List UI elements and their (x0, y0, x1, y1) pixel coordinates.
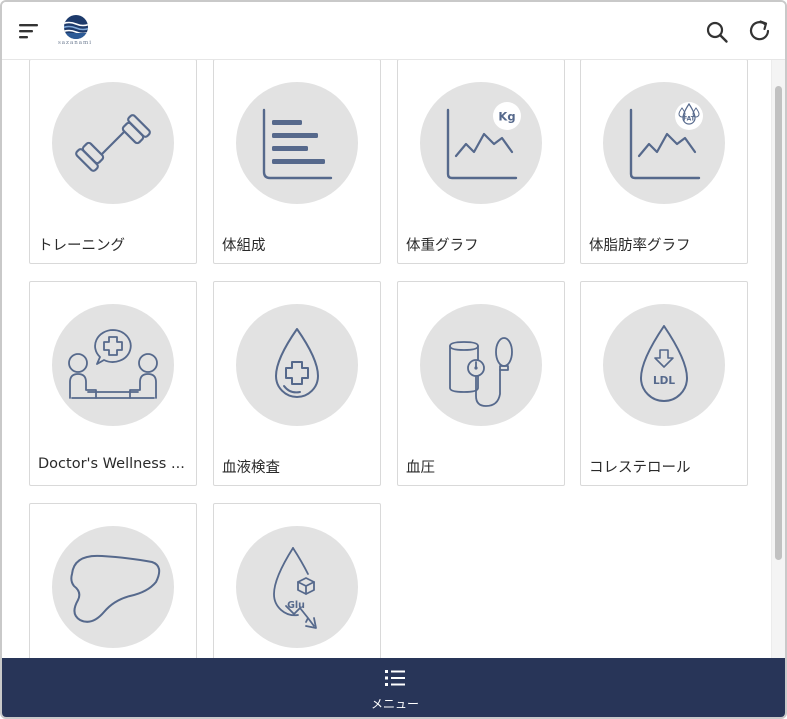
blood-test-icon (275, 328, 319, 398)
tile-training[interactable]: トレーニング (29, 60, 197, 264)
body-composition-chart-icon (262, 108, 333, 180)
tile-label: 血液検査 (222, 460, 280, 476)
scrollbar-thumb[interactable] (775, 86, 782, 560)
tile-icon-circle: Kg (420, 82, 542, 204)
tile-blood-test[interactable]: 血液検査 (213, 281, 381, 486)
list-icon (385, 670, 405, 686)
tile-icon-circle: Glu (236, 526, 358, 648)
tile-body-composition[interactable]: 体組成 (213, 60, 381, 264)
tile-icon-circle (236, 304, 358, 426)
tile-doctors-wellness[interactable]: Doctor's Wellness ... (29, 281, 197, 486)
tile-blood-pressure[interactable]: 血圧 (397, 281, 565, 486)
tile-label: 血圧 (406, 460, 435, 476)
tile-label: トレーニング (38, 238, 125, 254)
blood-pressure-icon (449, 337, 513, 407)
app-window: sazanami トレーニング 体組成 Kg 体重グラフ FAT 体脂肪率グラフ… (0, 0, 787, 719)
menu-label: メニュー (370, 697, 419, 711)
body-fat-graph-icon: FAT (629, 102, 703, 180)
glucose-icon: Glu (273, 547, 317, 629)
liver-icon (70, 554, 161, 623)
tile-label: Doctor's Wellness ... (38, 456, 185, 472)
weight-graph-icon: Kg (446, 102, 521, 180)
tile-icon-circle (236, 82, 358, 204)
tile-icon-circle (52, 526, 174, 648)
doctor-consultation-icon (68, 329, 158, 399)
tile-label: コレステロール (589, 460, 691, 476)
tile-label: 体脂肪率グラフ (589, 238, 691, 254)
tile-label: 体組成 (222, 238, 266, 254)
tile-icon-circle (420, 304, 542, 426)
tile-label: 体重グラフ (406, 238, 479, 254)
tile-icon-circle: FAT (603, 82, 725, 204)
tile-badge: LDL (653, 375, 675, 387)
top-header: sazanami (2, 2, 785, 60)
dumbbell-icon (75, 114, 151, 172)
bottom-menu-button[interactable]: メニュー (2, 658, 785, 717)
tile-cholesterol[interactable]: LDL コレステロール (580, 281, 748, 486)
tile-badge: Glu (287, 600, 305, 611)
tile-glucose[interactable]: Glu (213, 503, 381, 658)
tile-body-fat-graph[interactable]: FAT 体脂肪率グラフ (580, 60, 748, 264)
tile-icon-circle: LDL (603, 304, 725, 426)
tile-icon-circle (52, 82, 174, 204)
search-icon[interactable] (705, 20, 729, 44)
tile-badge: Kg (498, 110, 515, 124)
tile-badge: FAT (683, 116, 696, 123)
tile-icon-circle (52, 304, 174, 426)
tile-liver[interactable] (29, 503, 197, 658)
hamburger-icon[interactable] (18, 21, 40, 41)
refresh-icon[interactable] (747, 18, 773, 44)
cholesterol-icon: LDL (640, 325, 688, 402)
tile-weight-graph[interactable]: Kg 体重グラフ (397, 60, 565, 264)
tile-grid: トレーニング 体組成 Kg 体重グラフ FAT 体脂肪率グラフ Doctor's… (2, 60, 771, 658)
logo-text: sazanami (57, 40, 93, 46)
